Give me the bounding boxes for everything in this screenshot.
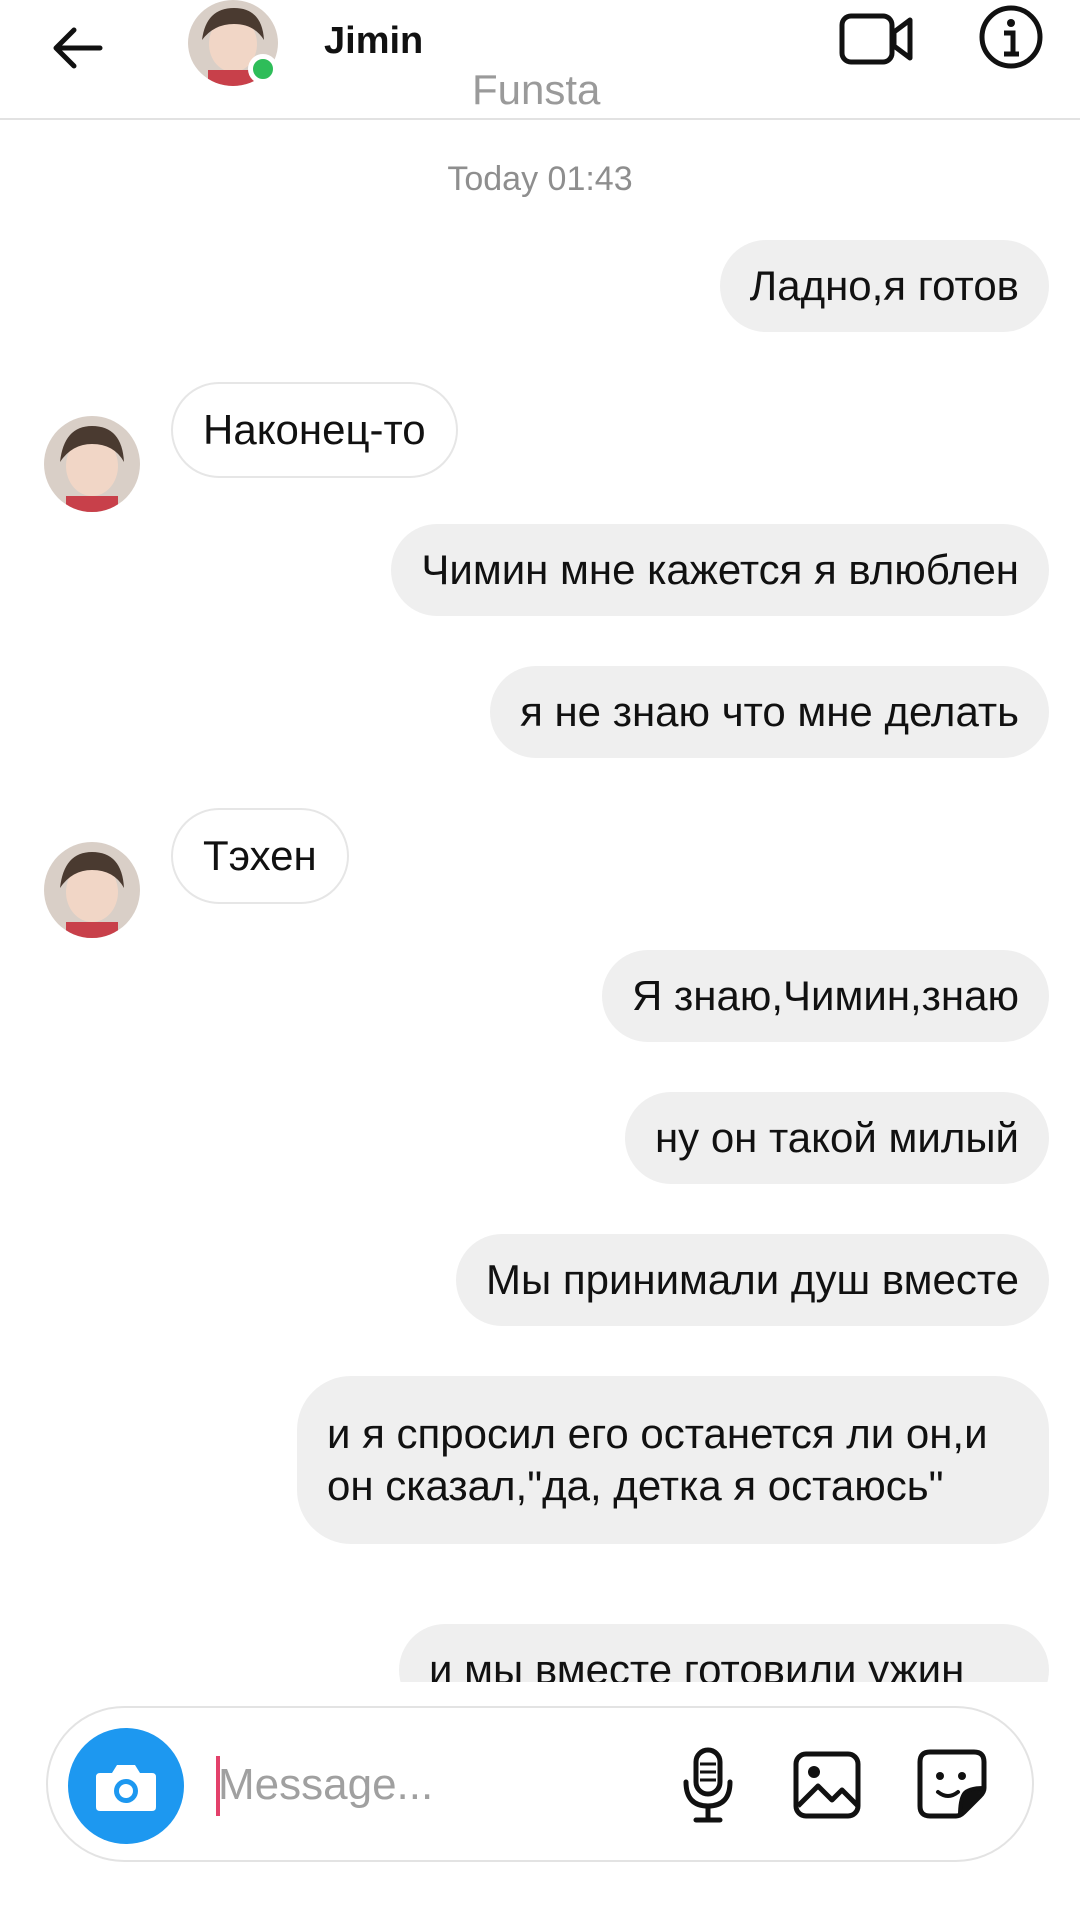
gallery-button[interactable] [792,1750,862,1820]
gallery-icon [793,1751,861,1819]
online-status-dot [248,54,278,84]
camera-icon [96,1765,156,1811]
sticker-button[interactable] [916,1748,988,1820]
microphone-icon [683,1747,733,1823]
sender-avatar[interactable] [44,842,140,938]
message-composer [46,1706,1034,1862]
outgoing-message[interactable]: и я спросил его останется ли он,и он ска… [297,1376,1049,1544]
incoming-message[interactable]: Наконец-то [171,382,458,478]
info-button[interactable] [978,4,1044,70]
video-call-icon [839,13,913,65]
info-icon [979,5,1043,69]
message-thread[interactable]: Today 01:43 Ладно,я готов Наконец-то Чим… [0,120,1080,1682]
outgoing-message[interactable]: Ладно,я готов [719,240,1049,332]
camera-button[interactable] [68,1728,184,1844]
chat-header: Jimin Funsta [0,0,1080,120]
contact-name[interactable]: Jimin [324,20,423,63]
outgoing-message[interactable]: Мы принимали душ вместе [456,1234,1049,1326]
outgoing-message[interactable]: я не знаю что мне делать [490,666,1049,758]
outgoing-message[interactable]: и мы вместе готовили ужин [399,1624,1049,1682]
back-arrow-icon [53,27,103,69]
sticker-icon [917,1749,987,1819]
contact-subtitle: Funsta [472,66,601,113]
contact-avatar[interactable] [188,0,280,88]
back-button[interactable] [46,18,106,78]
message-input[interactable] [218,1752,678,1818]
sender-avatar[interactable] [44,416,140,512]
thread-timestamp: Today 01:43 [447,160,633,198]
outgoing-message[interactable]: ну он такой милый [624,1092,1049,1184]
incoming-message[interactable]: Тэхен [171,808,349,904]
outgoing-message[interactable]: Чимин мне кажется я влюблен [391,524,1049,616]
voice-message-button[interactable] [676,1746,740,1826]
video-call-button[interactable] [838,8,914,70]
outgoing-message[interactable]: Я знаю,Чимин,знаю [602,950,1049,1042]
